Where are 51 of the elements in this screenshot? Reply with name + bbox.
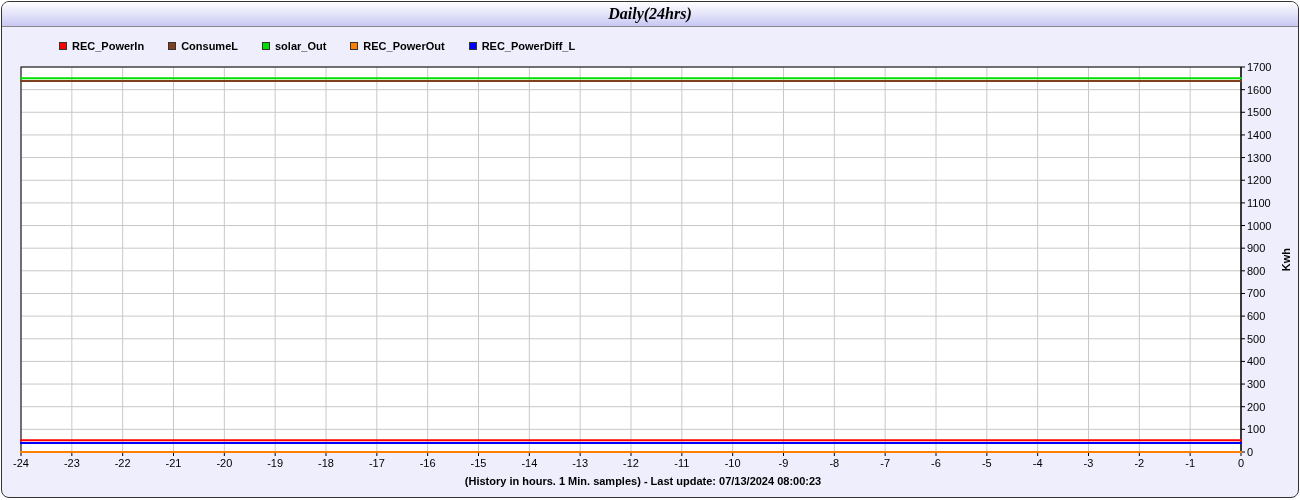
x-tick-label: -6	[931, 457, 941, 469]
y-tick-label: 1300	[1247, 151, 1272, 164]
x-tick-label: -22	[114, 457, 131, 469]
legend-label: ConsumeL	[181, 40, 238, 52]
x-tick-label: -18	[318, 457, 334, 469]
x-tick-label: -23	[63, 457, 80, 469]
x-tick-label: -9	[778, 457, 789, 469]
x-tick-label: -10	[724, 457, 741, 469]
legend-label: solar_Out	[275, 40, 327, 52]
legend-label: REC_PowerOut	[363, 40, 445, 52]
y-tick-label: 900	[1247, 242, 1266, 255]
y-tick-label: 200	[1247, 400, 1266, 413]
x-tick-label: -4	[1032, 457, 1043, 469]
x-tick-label: -16	[419, 457, 436, 469]
y-tick-label: 1100	[1247, 196, 1271, 209]
y-tick-label: 100	[1247, 423, 1266, 436]
x-tick-label: -20	[216, 457, 233, 469]
x-tick-label: -15	[470, 457, 487, 469]
x-tick-label: -8	[829, 457, 840, 469]
y-tick-label: 0	[1247, 446, 1254, 458]
x-tick-label: -11	[674, 457, 690, 469]
y-tick-label: 400	[1247, 355, 1266, 368]
y-tick-label: 800	[1247, 264, 1266, 277]
x-tick-label: -2	[1134, 457, 1145, 469]
x-tick-label: -1	[1185, 457, 1196, 469]
x-tick-label: -13	[572, 457, 589, 469]
y-axis-title: Kwh	[1280, 247, 1292, 272]
x-axis-title: (History in hours. 1 Min. samples) - Last update: 07/13/2024 08:00:23	[464, 475, 822, 487]
y-tick-label: 1700	[1247, 61, 1272, 73]
y-tick-label: 1000	[1247, 219, 1272, 232]
x-tick-label: -24	[13, 457, 29, 469]
x-tick-label: 0	[1237, 457, 1245, 469]
x-tick-label: -21	[165, 457, 182, 469]
y-tick-label: 1200	[1247, 174, 1272, 187]
x-tick-label: -17	[368, 457, 385, 469]
x-tick-label: -5	[981, 457, 992, 469]
y-tick-label: 1500	[1247, 106, 1272, 119]
y-tick-label: 500	[1247, 332, 1266, 345]
panel-title: Daily(24hrs)	[607, 5, 693, 23]
y-tick-label: 600	[1247, 310, 1266, 323]
legend-label: REC_PowerIn	[72, 40, 145, 52]
x-tick-label: -7	[880, 457, 891, 469]
x-tick-label: -19	[267, 457, 284, 469]
legend-label: REC_PowerDiff_L	[481, 40, 576, 52]
y-tick-label: 1600	[1247, 83, 1272, 96]
y-tick-label: 1400	[1247, 128, 1272, 141]
y-tick-label: 700	[1247, 287, 1266, 300]
x-tick-label: -12	[623, 457, 639, 469]
y-tick-label: 300	[1247, 378, 1266, 391]
x-tick-label: -3	[1083, 457, 1094, 469]
x-tick-label: -14	[521, 457, 538, 469]
